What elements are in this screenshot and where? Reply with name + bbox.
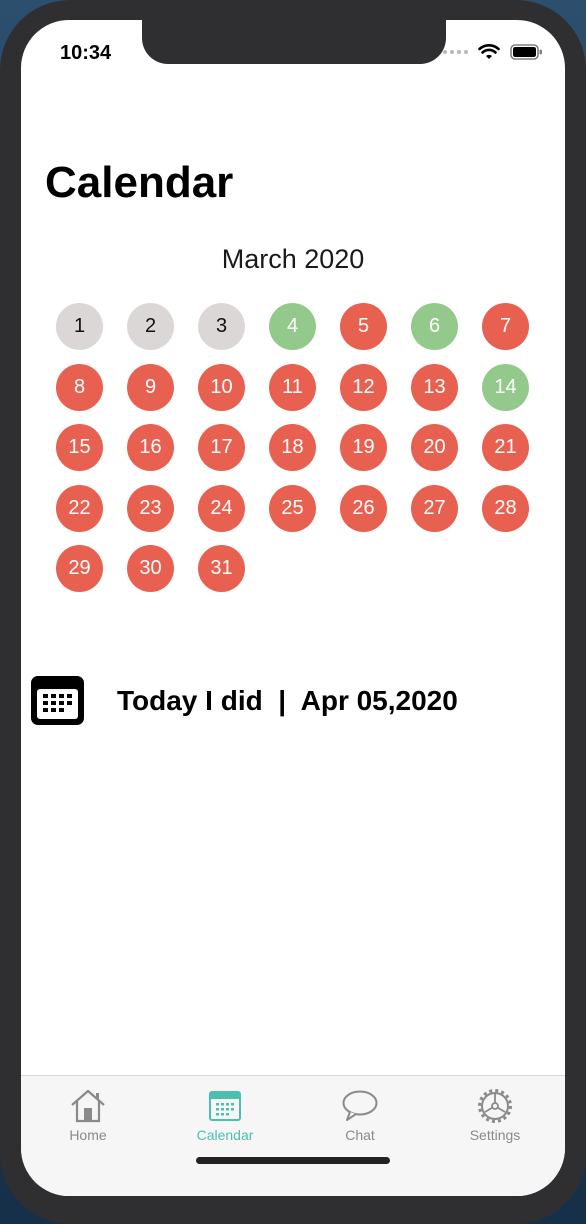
- calendar-day[interactable]: 18: [269, 424, 316, 471]
- calendar-day[interactable]: 13: [411, 363, 458, 411]
- tab-home-label: Home: [69, 1127, 107, 1143]
- calendar-icon: [29, 674, 86, 727]
- tab-chat-label: Chat: [345, 1127, 375, 1143]
- device-frame: 10:34 Calendar March 2020 1 2 3 4 5 6 7 …: [0, 0, 586, 1224]
- calendar-day[interactable]: 22: [56, 484, 103, 532]
- calendar-day[interactable]: 7: [482, 303, 529, 350]
- tab-calendar[interactable]: Calendar: [170, 1088, 280, 1143]
- calendar-day[interactable]: 9: [127, 363, 174, 411]
- calendar-day[interactable]: 11: [269, 363, 316, 411]
- calendar-day[interactable]: 26: [340, 484, 387, 532]
- calendar-day[interactable]: 12: [340, 363, 387, 411]
- calendar-day[interactable]: 27: [411, 484, 458, 532]
- app-screen: 10:34 Calendar March 2020 1 2 3 4 5 6 7 …: [21, 20, 565, 1196]
- calendar-day[interactable]: 8: [56, 363, 103, 411]
- page-title: Calendar: [45, 158, 234, 207]
- calendar-day[interactable]: 5: [340, 303, 387, 350]
- calendar-day[interactable]: 25: [269, 484, 316, 532]
- calendar-day[interactable]: 29: [56, 545, 103, 592]
- battery-icon: [510, 44, 543, 60]
- calendar-grid: 1 2 3 4 5 6 7 8 9 10 11 12 13 14 15 16 17 18 19 20 21 22 23 24 2…: [56, 303, 536, 592]
- calendar-day[interactable]: 24: [198, 484, 245, 532]
- month-label: March 2020: [221, 244, 365, 274]
- status-indicators: [443, 44, 543, 60]
- tab-settings-label: Settings: [469, 1127, 521, 1143]
- calendar-day[interactable]: 15: [56, 424, 103, 471]
- calendar-day[interactable]: 17: [198, 424, 245, 471]
- calendar-day[interactable]: 30: [127, 545, 174, 592]
- calendar-day[interactable]: 16: [127, 424, 174, 471]
- tab-home[interactable]: Home: [33, 1088, 143, 1143]
- calendar-day[interactable]: 10: [198, 363, 245, 411]
- calendar-day[interactable]: 14: [482, 363, 529, 411]
- calendar-day[interactable]: 23: [127, 484, 174, 532]
- calendar-day[interactable]: 1: [56, 303, 103, 350]
- device-notch: [142, 20, 446, 64]
- calendar-day[interactable]: 4: [269, 303, 316, 350]
- tab-chat[interactable]: Chat: [305, 1088, 415, 1143]
- status-time: 10:34: [60, 42, 112, 64]
- today-entry[interactable]: Today I did | Apr 05,2020: [29, 674, 458, 727]
- tab-bar: Home Calendar Chat Settings: [21, 1075, 565, 1196]
- calendar-day[interactable]: 31: [198, 545, 245, 592]
- calendar-day[interactable]: 19: [340, 424, 387, 471]
- home-indicator[interactable]: [196, 1157, 390, 1164]
- calendar-day[interactable]: 21: [482, 424, 529, 471]
- calendar-icon: [207, 1088, 243, 1124]
- calendar-day[interactable]: 2: [127, 303, 174, 350]
- settings-icon: [477, 1088, 513, 1124]
- cellular-signal-icon: [443, 50, 468, 54]
- today-label: Today I did | Apr 05,2020: [117, 684, 458, 716]
- calendar-day[interactable]: 3: [198, 303, 245, 350]
- home-icon: [69, 1088, 107, 1124]
- tab-settings[interactable]: Settings: [440, 1088, 550, 1143]
- tab-calendar-label: Calendar: [196, 1127, 254, 1143]
- calendar-day[interactable]: 6: [411, 303, 458, 350]
- calendar-day[interactable]: 20: [411, 424, 458, 471]
- chat-icon: [341, 1088, 379, 1124]
- calendar-day[interactable]: 28: [482, 484, 529, 532]
- wifi-icon: [478, 44, 500, 60]
